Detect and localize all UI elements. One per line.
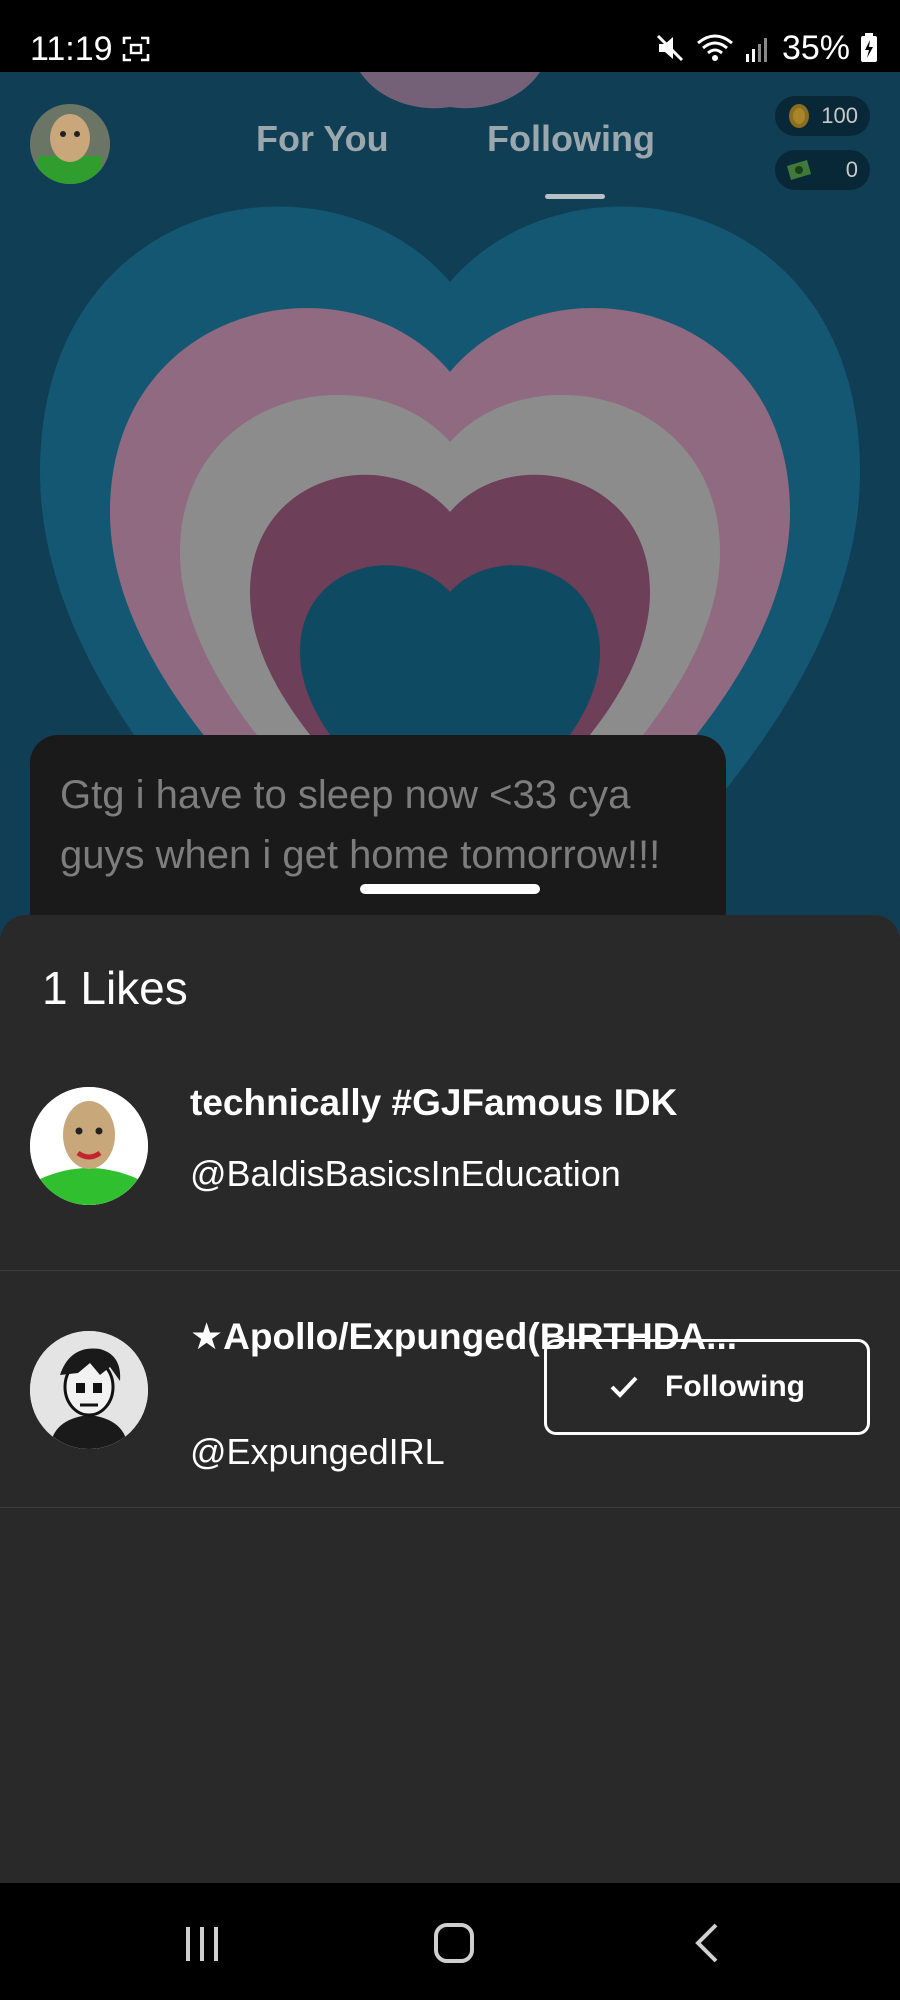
following-button[interactable]: Following (544, 1339, 870, 1435)
battery-icon (861, 33, 877, 62)
screen-record-icon (122, 36, 150, 62)
home-icon[interactable] (424, 1913, 484, 1973)
cash-icon (787, 160, 811, 180)
likes-title: 1 Likes (42, 962, 188, 1014)
user-display-name[interactable]: ★Apollo/Expunged(BIRTHDA... (190, 1307, 737, 1367)
status-time: 11:19 (30, 30, 113, 68)
status-icons: 35% (654, 28, 878, 68)
recent-apps-icon[interactable] (172, 1913, 232, 1973)
tab-for-you[interactable]: For You (256, 118, 389, 160)
likes-sheet: 1 Likes technically #GJFamous IDK @Baldi… (0, 915, 900, 1883)
user-handle[interactable]: @ExpungedIRL (190, 1431, 445, 1473)
coins-count: 100 (821, 103, 858, 128)
avatar[interactable] (30, 1331, 148, 1449)
coin-icon (789, 104, 809, 128)
avatar[interactable] (30, 1087, 148, 1205)
status-bar: 11:19 35% (0, 0, 900, 72)
user-handle[interactable]: @BaldisBasicsInEducation (190, 1153, 621, 1195)
baldi-avatar-image (30, 1087, 148, 1205)
system-navigation-bar (0, 1883, 900, 2000)
coins-balance[interactable]: 100 (775, 96, 870, 136)
mute-icon (656, 34, 683, 62)
list-item[interactable]: technically #GJFamous IDK @BaldisBasicsI… (0, 1035, 900, 1271)
tab-following[interactable]: Following (487, 118, 655, 160)
checkmark-icon (610, 1376, 638, 1398)
post-caption: Gtg i have to sleep now <33 cya guys whe… (60, 773, 661, 877)
cash-balance[interactable]: 0 (775, 150, 870, 190)
expunged-avatar-image (30, 1331, 148, 1449)
sheet-drag-handle[interactable] (360, 884, 540, 894)
list-item[interactable]: ★Apollo/Expunged(BIRTHDA... @ExpungedIRL… (0, 1271, 900, 1508)
signal-icon (745, 38, 767, 62)
back-icon[interactable] (678, 1913, 738, 1973)
user-display-name[interactable]: technically #GJFamous IDK (190, 1073, 677, 1133)
cash-count: 0 (845, 157, 858, 182)
feed-tabs: For You Following (0, 118, 900, 188)
following-button-label: Following (665, 1370, 805, 1403)
active-tab-indicator (545, 194, 605, 199)
battery-percent: 35% (781, 28, 850, 67)
wifi-icon (696, 34, 733, 61)
